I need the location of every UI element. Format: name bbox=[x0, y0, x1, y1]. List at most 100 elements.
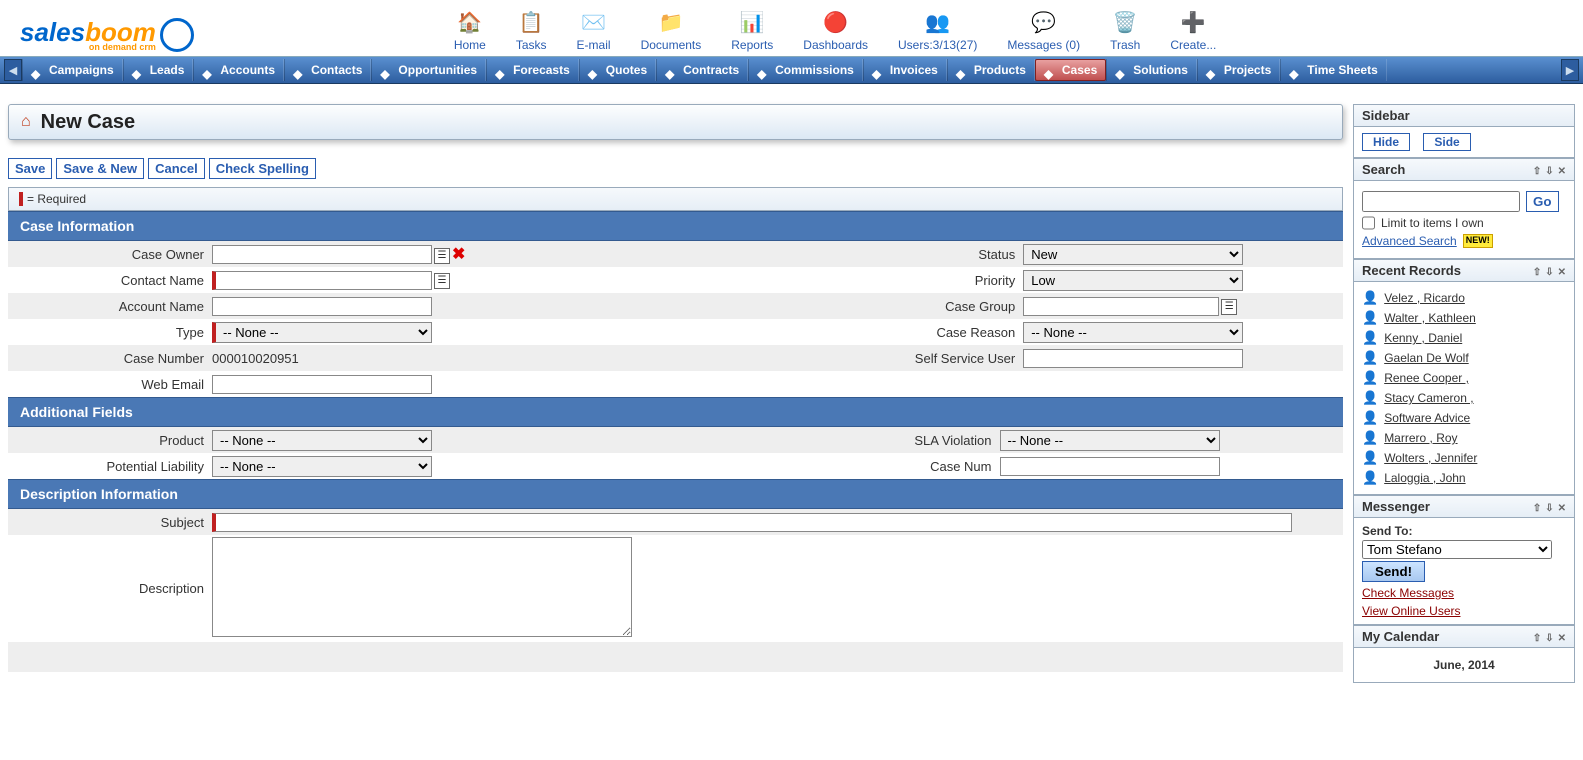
select-sla[interactable]: -- None -- bbox=[1000, 430, 1220, 451]
nav-home[interactable]: 🏠Home bbox=[454, 8, 486, 52]
recent-record-link[interactable]: Gaelan De Wolf bbox=[1384, 351, 1469, 365]
menubar-item-campaigns[interactable]: ◆Campaigns bbox=[22, 59, 123, 81]
search-input[interactable] bbox=[1362, 191, 1520, 212]
input-self-service[interactable] bbox=[1023, 349, 1243, 368]
input-subject[interactable] bbox=[212, 513, 1292, 532]
recent-record-item: 👤Stacy Cameron , bbox=[1362, 388, 1566, 408]
recent-record-link[interactable]: Laloggia , John bbox=[1384, 471, 1465, 485]
nav-messages[interactable]: 💬Messages (0) bbox=[1007, 8, 1080, 52]
trash-icon: 🗑️ bbox=[1111, 8, 1139, 36]
nav-tasks[interactable]: 📋Tasks bbox=[516, 8, 547, 52]
menubar-item-invoices[interactable]: ◆Invoices bbox=[863, 59, 947, 81]
select-type[interactable]: -- None -- bbox=[212, 322, 432, 343]
select-potential-liability[interactable]: -- None -- bbox=[212, 456, 432, 477]
lookup-icon[interactable]: ☰ bbox=[434, 273, 450, 289]
label-case-num: Case Num bbox=[556, 453, 996, 479]
description-grid: Subject Description bbox=[8, 509, 1343, 672]
limit-checkbox[interactable] bbox=[1362, 216, 1375, 230]
label-subject: Subject bbox=[8, 509, 208, 535]
textarea-description[interactable] bbox=[212, 537, 632, 637]
nav-dashboards[interactable]: 🔴Dashboards bbox=[803, 8, 868, 52]
input-case-num[interactable] bbox=[1000, 457, 1220, 476]
panel-pin-icon[interactable]: ⇩ bbox=[1545, 166, 1553, 177]
menubar-item-accounts[interactable]: ◆Accounts bbox=[193, 59, 284, 81]
new-badge: NEW! bbox=[1463, 234, 1493, 248]
menubar-item-contracts[interactable]: ◆Contracts bbox=[656, 59, 748, 81]
menubar-scroll-left[interactable]: ◀ bbox=[4, 59, 22, 81]
advanced-search-link[interactable]: Advanced Search bbox=[1362, 234, 1457, 248]
menubar-item-commissions[interactable]: ◆Commissions bbox=[748, 59, 863, 81]
sendto-select[interactable]: Tom Stefano bbox=[1362, 540, 1552, 559]
menubar-item-forecasts[interactable]: ◆Forecasts bbox=[486, 59, 579, 81]
menubar-item-solutions[interactable]: ◆Solutions bbox=[1106, 59, 1197, 81]
recent-record-item: 👤Walter , Kathleen bbox=[1362, 308, 1566, 328]
menubar-item-label: Commissions bbox=[775, 59, 854, 81]
panel-up-icon[interactable]: ⇧ bbox=[1533, 166, 1541, 177]
send-button[interactable]: Send! bbox=[1362, 561, 1425, 582]
clear-icon[interactable]: ✖ bbox=[452, 246, 465, 263]
panel-up-icon[interactable]: ⇧ bbox=[1533, 267, 1541, 278]
lookup-icon[interactable]: ☰ bbox=[434, 248, 450, 264]
save-button[interactable]: Save bbox=[8, 158, 52, 179]
nav-documents-label: Documents bbox=[641, 38, 702, 52]
nav-trash[interactable]: 🗑️Trash bbox=[1110, 8, 1140, 52]
nav-email[interactable]: ✉️E-mail bbox=[577, 8, 611, 52]
label-priority: Priority bbox=[579, 267, 1019, 293]
input-web-email[interactable] bbox=[212, 375, 432, 394]
cancel-button[interactable]: Cancel bbox=[148, 158, 205, 179]
input-case-group[interactable] bbox=[1023, 297, 1219, 316]
menubar-item-quotes[interactable]: ◆Quotes bbox=[579, 59, 656, 81]
check-spelling-button[interactable]: Check Spelling bbox=[209, 158, 316, 179]
panel-close-icon[interactable]: ✕ bbox=[1558, 267, 1566, 278]
panel-close-icon[interactable]: ✕ bbox=[1558, 166, 1566, 177]
menu-icon: ◆ bbox=[1206, 63, 1220, 77]
search-go-button[interactable]: Go bbox=[1526, 191, 1559, 212]
nav-reports[interactable]: 📊Reports bbox=[731, 8, 773, 52]
save-new-button[interactable]: Save & New bbox=[56, 158, 144, 179]
check-messages-link[interactable]: Check Messages bbox=[1362, 586, 1566, 600]
menubar-scroll-right[interactable]: ▶ bbox=[1561, 59, 1579, 81]
menubar-item-leads[interactable]: ◆Leads bbox=[123, 59, 194, 81]
menubar-item-label: Forecasts bbox=[513, 59, 570, 81]
nav-users[interactable]: 👥Users:3/13(27) bbox=[898, 8, 977, 52]
sidebar-side-button[interactable]: Side bbox=[1423, 133, 1470, 151]
recent-record-link[interactable]: Walter , Kathleen bbox=[1384, 311, 1476, 325]
required-mark-icon bbox=[19, 192, 23, 206]
menubar-item-cases[interactable]: ◆Cases bbox=[1035, 59, 1106, 81]
menubar-item-contacts[interactable]: ◆Contacts bbox=[284, 59, 371, 81]
recent-record-link[interactable]: Velez , Ricardo bbox=[1384, 291, 1465, 305]
menubar-item-projects[interactable]: ◆Projects bbox=[1197, 59, 1280, 81]
panel-pin-icon[interactable]: ⇩ bbox=[1545, 633, 1553, 644]
lookup-icon[interactable]: ☰ bbox=[1221, 299, 1237, 315]
sidebar-hide-button[interactable]: Hide bbox=[1362, 133, 1410, 151]
menubar-item-time-sheets[interactable]: ◆Time Sheets bbox=[1280, 59, 1386, 81]
panel-close-icon[interactable]: ✕ bbox=[1558, 633, 1566, 644]
nav-documents[interactable]: 📁Documents bbox=[641, 8, 702, 52]
recent-record-link[interactable]: Software Advice bbox=[1384, 411, 1470, 425]
menubar-item-products[interactable]: ◆Products bbox=[947, 59, 1035, 81]
menubar-item-opportunities[interactable]: ◆Opportunities bbox=[371, 59, 486, 81]
panel-up-icon[interactable]: ⇧ bbox=[1533, 633, 1541, 644]
recent-record-item: 👤Wolters , Jennifer bbox=[1362, 448, 1566, 468]
panel-up-icon[interactable]: ⇧ bbox=[1533, 503, 1541, 514]
view-online-users-link[interactable]: View Online Users bbox=[1362, 604, 1566, 618]
required-hint-text: = Required bbox=[27, 192, 86, 206]
panel-close-icon[interactable]: ✕ bbox=[1558, 503, 1566, 514]
recent-record-link[interactable]: Kenny , Daniel bbox=[1384, 331, 1462, 345]
recent-record-link[interactable]: Marrero , Roy bbox=[1384, 431, 1457, 445]
select-status[interactable]: New bbox=[1023, 244, 1243, 265]
page-title: New Case bbox=[41, 111, 136, 134]
recent-record-link[interactable]: Stacy Cameron , bbox=[1384, 391, 1473, 405]
recent-record-link[interactable]: Renee Cooper , bbox=[1384, 371, 1469, 385]
select-case-reason[interactable]: -- None -- bbox=[1023, 322, 1243, 343]
panel-pin-icon[interactable]: ⇩ bbox=[1545, 503, 1553, 514]
recent-record-link[interactable]: Wolters , Jennifer bbox=[1384, 451, 1477, 465]
select-priority[interactable]: Low bbox=[1023, 270, 1243, 291]
input-contact-name[interactable] bbox=[212, 271, 432, 290]
input-case-owner[interactable] bbox=[212, 245, 432, 264]
recent-record-item: 👤Renee Cooper , bbox=[1362, 368, 1566, 388]
input-account-name[interactable] bbox=[212, 297, 432, 316]
select-product[interactable]: -- None -- bbox=[212, 430, 432, 451]
nav-create[interactable]: ➕Create... bbox=[1170, 8, 1216, 52]
panel-pin-icon[interactable]: ⇩ bbox=[1545, 267, 1553, 278]
